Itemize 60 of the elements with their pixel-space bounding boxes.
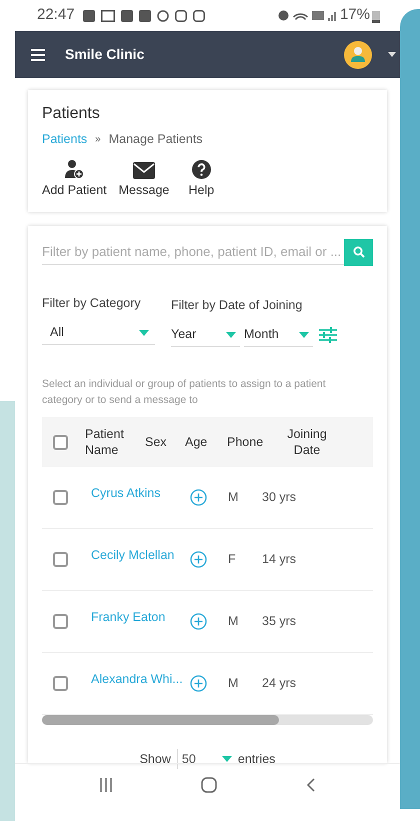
column-header: Joining Date bbox=[286, 426, 328, 458]
home-icon[interactable] bbox=[201, 776, 218, 792]
column-header: Patient Name bbox=[85, 426, 125, 458]
caret-icon[interactable] bbox=[388, 52, 396, 57]
checkbox[interactable] bbox=[53, 490, 68, 506]
category-dropdown[interactable]: All bbox=[42, 321, 155, 346]
recent-apps-icon[interactable] bbox=[99, 778, 114, 792]
toolbar-action[interactable]: Help bbox=[181, 158, 222, 200]
avatar-icon[interactable] bbox=[344, 40, 372, 68]
app-title: Smile Clinic bbox=[65, 45, 144, 64]
add-circle-icon[interactable] bbox=[190, 551, 207, 568]
envelope-icon bbox=[133, 162, 155, 179]
checkbox[interactable] bbox=[53, 552, 68, 568]
month-dropdown[interactable]: Month bbox=[244, 323, 313, 348]
breadcrumb-separator: » bbox=[95, 132, 101, 147]
page-title: Patients bbox=[42, 104, 101, 124]
add-circle-icon[interactable] bbox=[190, 489, 207, 506]
age-cell-text: 35 yrs bbox=[262, 613, 296, 630]
age-cell-text: 14 yrs bbox=[262, 551, 296, 568]
age-cell-text: 30 yrs bbox=[262, 489, 296, 506]
search-icon bbox=[352, 246, 364, 258]
selection-hint: Select an individual or group of patients to assign to a patient category or to send a message to bbox=[42, 377, 327, 408]
column-header: Phone bbox=[227, 434, 264, 450]
toolbar-action[interactable]: Add Patient bbox=[42, 158, 107, 200]
sliders-icon[interactable] bbox=[319, 327, 337, 344]
sex-cell-text: M bbox=[228, 489, 240, 506]
sex-cell-text: F bbox=[228, 551, 237, 568]
add-circle-icon[interactable] bbox=[190, 613, 207, 630]
back-icon[interactable] bbox=[306, 778, 316, 792]
page-size-dropdown[interactable]: 50 bbox=[176, 749, 232, 770]
wifi-icon bbox=[292, 12, 308, 20]
help-icon bbox=[192, 160, 211, 179]
column-header: Sex bbox=[145, 434, 168, 450]
signal-icon bbox=[328, 10, 336, 20]
filter-label: Filter by Category bbox=[42, 294, 142, 312]
caret-icon bbox=[299, 332, 309, 338]
sex-cell-text: M bbox=[228, 675, 240, 692]
age-cell-text: 24 yrs bbox=[262, 675, 296, 692]
search-button[interactable] bbox=[344, 238, 373, 266]
add-circle-icon[interactable] bbox=[190, 675, 207, 692]
menu-icon[interactable] bbox=[31, 48, 45, 60]
checkbox[interactable] bbox=[53, 676, 68, 692]
checkbox[interactable] bbox=[53, 434, 68, 450]
column-header: Age bbox=[185, 434, 208, 450]
entries-label: entries bbox=[238, 750, 276, 768]
caret-icon bbox=[222, 756, 232, 762]
search-field[interactable]: Filter by patient name, phone, patient ID, email or ... bbox=[42, 238, 344, 264]
filter-label: Filter by Date of Joining bbox=[171, 296, 304, 314]
year-dropdown[interactable]: Year bbox=[171, 323, 240, 348]
toolbar-action[interactable]: Message bbox=[118, 158, 170, 200]
battery-icon bbox=[372, 8, 380, 22]
breadcrumb-current: Manage Patients bbox=[108, 131, 203, 148]
caret-icon bbox=[226, 332, 236, 338]
status-time: 22:47 bbox=[37, 5, 75, 26]
checkbox[interactable] bbox=[53, 614, 68, 630]
caret-icon bbox=[139, 330, 149, 336]
show-label: Show bbox=[140, 750, 171, 768]
battery-percent: 17% bbox=[340, 5, 370, 26]
sex-cell-text: M bbox=[228, 613, 240, 630]
add-user-icon bbox=[64, 158, 84, 179]
